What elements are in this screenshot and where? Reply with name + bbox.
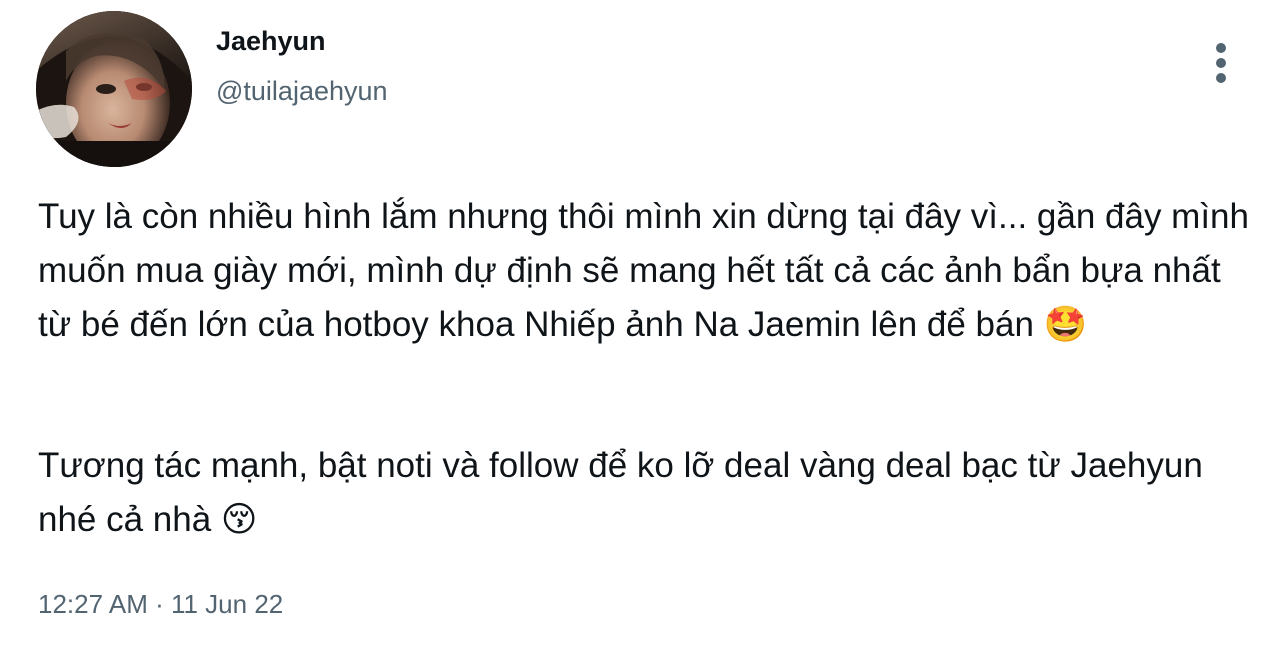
tweet-card: Jaehyun @tuilajaehyun Tuy là còn nhiều h… — [0, 0, 1284, 645]
tweet-text: Tuy là còn nhiều hình lắm nhưng thôi mìn… — [38, 197, 1249, 344]
author-name[interactable]: Jaehyun — [216, 24, 326, 58]
more-dot — [1216, 43, 1226, 53]
tweet-timestamp[interactable]: 12:27 AM · 11 Jun 22 — [38, 586, 283, 622]
more-dot — [1216, 58, 1226, 68]
avatar[interactable] — [36, 11, 192, 167]
author-handle[interactable]: @tuilajaehyun — [216, 74, 388, 108]
more-dot — [1216, 73, 1226, 83]
tweet-text-paragraph-2: Tương tác mạnh, bật noti và follow để ko… — [38, 446, 1203, 539]
more-vertical-icon[interactable] — [1204, 40, 1238, 86]
avatar-image — [36, 11, 192, 167]
